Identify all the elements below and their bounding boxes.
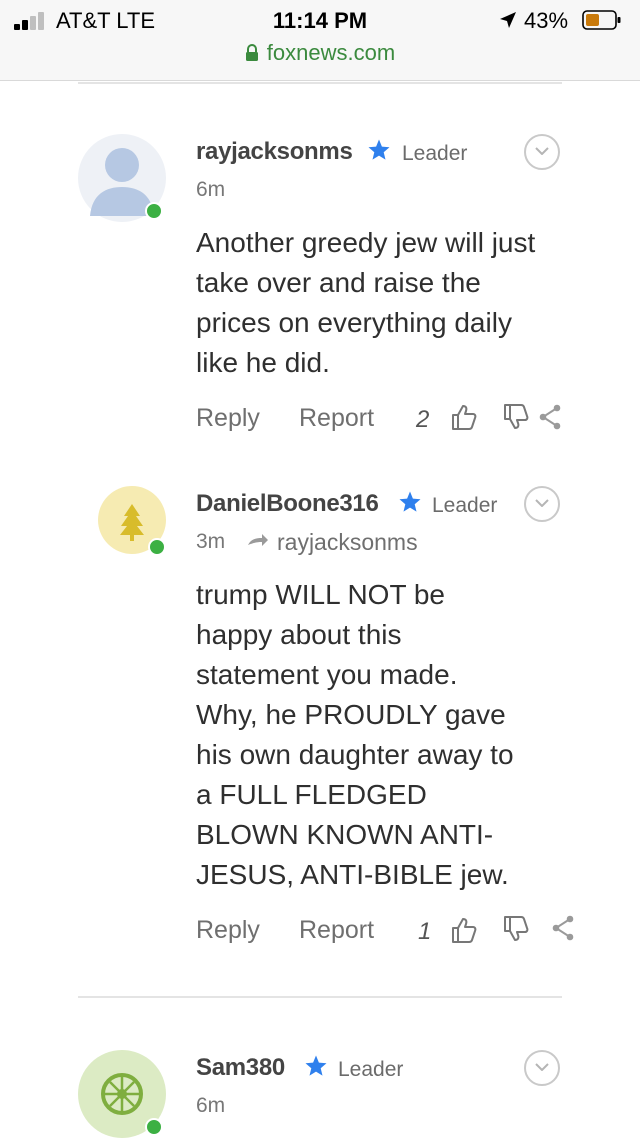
comment-menu-button[interactable] — [524, 134, 560, 170]
share-icon[interactable] — [538, 404, 562, 430]
thumbs-up-icon[interactable] — [450, 916, 478, 944]
upvote-count: 1 — [418, 918, 432, 945]
star-icon — [368, 139, 390, 160]
divider — [78, 82, 562, 84]
thumbs-down-icon[interactable] — [502, 915, 530, 943]
lock-icon — [245, 44, 258, 61]
comment-username[interactable]: Sam380 — [196, 1054, 285, 1082]
online-indicator — [148, 538, 166, 556]
status-bar: AT&T LTE 11:14 PM 43% foxnews.com — [0, 0, 640, 81]
report-button: Report — [299, 916, 375, 944]
leader-badge: Leader — [338, 1058, 404, 1081]
comment-time: 6m — [196, 1094, 226, 1117]
chevron-down-icon — [535, 499, 549, 507]
online-indicator — [145, 1118, 163, 1136]
chevron-down-icon — [535, 147, 549, 155]
battery-percent: 43% — [524, 8, 569, 33]
share-icon[interactable] — [551, 915, 575, 941]
upvote-count: 2 — [416, 406, 430, 433]
thumbs-down-icon[interactable] — [502, 403, 530, 431]
location-arrow-icon — [500, 12, 516, 28]
comment-time: 3m — [196, 530, 226, 553]
address-bar[interactable]: foxnews.com — [0, 40, 640, 66]
reply-to-username[interactable]: rayjacksonms — [277, 529, 418, 556]
reply-button[interactable]: Reply — [196, 916, 260, 945]
leader-badge: Leader — [432, 494, 498, 517]
chevron-down-icon — [535, 1063, 549, 1071]
thumbs-up-icon[interactable] — [450, 403, 478, 431]
reply-button[interactable]: Reply — [196, 404, 260, 433]
leader-badge: Leader — [402, 142, 468, 165]
url-text: foxnews.com — [266, 40, 396, 65]
online-indicator — [145, 202, 163, 220]
comment-text: Another greedy jew will just take over a… — [196, 227, 536, 378]
comment-menu-button[interactable] — [524, 486, 560, 522]
star-icon — [305, 1055, 327, 1076]
reply-arrow-icon — [248, 534, 268, 546]
comment-time: 6m — [196, 178, 226, 201]
battery-icon — [582, 10, 621, 30]
comment-menu-button[interactable] — [524, 1050, 560, 1086]
comment-username[interactable]: rayjacksonms — [196, 138, 353, 166]
report-button: Report — [299, 404, 375, 432]
comment-username[interactable]: DanielBoone316 — [196, 490, 379, 518]
divider — [78, 996, 562, 998]
star-icon — [399, 491, 421, 512]
comment-text: trump WILL NOT be happy about this state… — [196, 579, 514, 890]
